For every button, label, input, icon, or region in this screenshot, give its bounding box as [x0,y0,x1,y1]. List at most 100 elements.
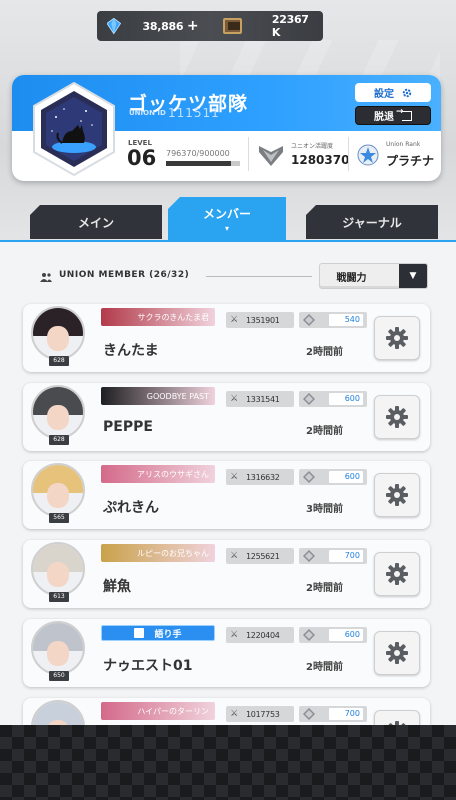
member-title: ハイパーのターリン [137,706,209,716]
member-title: ルピーのお兄ちゃん [137,548,209,558]
sort-dropdown[interactable]: 戦闘力 ▼ [319,263,428,289]
tab-journal[interactable]: ジャーナル [306,205,438,239]
member-row[interactable]: 628 サクラのきんたま君 きんたま ⚔ 1351901 540 2時間前 [23,304,430,372]
contribution-diamond-icon [303,550,315,562]
divider [348,137,349,171]
combat-power: ⚔ 1331541 [226,391,294,407]
avatar [31,542,85,596]
avatar [31,306,85,360]
credit-icon [222,18,242,34]
contribution-value: 600 [329,629,363,641]
member-name: ナゥエスト01 [103,658,193,674]
narrator-title-tag: 語り手 [101,625,215,641]
member-avatar[interactable]: 650 [29,617,87,683]
member-level-badge: 628 [49,356,69,366]
exit-icon [396,107,412,121]
avatar-face [47,404,69,430]
tab-members[interactable]: メンバー ▾ [168,197,286,241]
avatar [31,385,85,439]
union-settings-button[interactable]: 設定 [355,83,431,102]
combat-power-value: 1255621 [246,551,280,561]
member-title: 語り手 [154,629,182,640]
member-settings-button[interactable] [374,473,420,517]
gear-icon [386,484,408,506]
last-login-time: 2時間前 [306,662,343,673]
member-title-banner: ルピーのお兄ちゃん [101,544,215,562]
member-avatar[interactable]: 613 [29,538,87,604]
last-login-time: 2時間前 [306,347,343,358]
member-title: サクラのきんたま君 [137,312,209,322]
rank-label: Union Rank [386,141,421,148]
tab-label: メイン [77,215,114,230]
tab-label: ジャーナル [342,215,402,230]
member-name: 鮮魚 [103,579,131,595]
member-level-badge: 565 [49,513,69,523]
leave-union-button[interactable]: 脱退 [355,106,431,125]
member-avatar[interactable]: 565 [29,459,87,525]
contribution-diamond-icon [303,393,315,405]
member-level-badge: 613 [49,592,69,602]
people-icon [40,273,52,282]
member-name: ぷれきん [103,500,159,516]
union-emblem-icon [33,81,115,177]
crossed-swords-icon: ⚔ [230,709,238,719]
member-avatar[interactable]: 628 [29,302,87,368]
gear-icon [402,88,412,97]
member-name: PEPPE [103,419,153,435]
gem-count: 38,886 [142,19,184,33]
contribution-diamond-icon [303,471,315,483]
add-gems-button[interactable]: + [187,18,199,34]
combat-power-value: 1220404 [246,630,280,640]
member-title-banner: ハイパーのターリン [101,702,215,720]
member-settings-button[interactable] [374,395,420,439]
exp-progress-bar [166,161,240,166]
contribution-value: 600 [329,393,363,405]
member-settings-button[interactable] [374,631,420,675]
member-row[interactable]: 565 アリスのウサギさん ぷれきん ⚔ 1316632 600 3時間前 [23,461,430,529]
chevron-down-icon: ▼ [399,264,427,288]
combat-power: ⚔ 1316632 [226,469,294,485]
tab-label: メンバー [202,207,251,221]
combat-power-value: 1017753 [246,709,280,719]
member-row[interactable]: 628 GOODBYE PAST PEPPE ⚔ 1331541 600 2時間… [23,383,430,451]
leave-label: 脱退 [374,112,394,123]
gear-icon [386,563,408,585]
last-login-time: 3時間前 [306,504,343,515]
exp-text: 796370/900000 [166,149,230,158]
combat-power: ⚔ 1017753 [226,706,294,722]
member-settings-button[interactable] [374,552,420,596]
gear-icon [386,327,408,349]
member-title-banner: サクラのきんたま君 [101,308,215,326]
crossed-swords-icon: ⚔ [230,472,238,482]
activity-label: ユニオン活躍度 [291,143,334,150]
union-info-card: ゴッケツ部隊 UNION ID 111511 設定 脱退 LEVEL 06 79… [12,75,441,181]
member-row[interactable]: 613 ルピーのお兄ちゃん 鮮魚 ⚔ 1255621 700 2時間前 [23,540,430,608]
member-name: きんたま [103,343,159,359]
contribution: 540 [299,312,367,328]
avatar [31,463,85,517]
combat-power: ⚔ 1255621 [226,548,294,564]
currency-bar: 38,886 + 22367 K [97,11,323,41]
contribution: 700 [299,548,367,564]
divider [248,137,249,171]
crossed-swords-icon: ⚔ [230,630,238,640]
settings-label: 設定 [374,89,394,100]
member-row[interactable]: 650 語り手 ナゥエスト01 ⚔ 1220404 600 2時間前 [23,619,430,687]
member-settings-button[interactable] [374,316,420,360]
contribution-value: 540 [329,314,363,326]
crossed-swords-icon: ⚔ [230,315,238,325]
union-id: 111511 [168,106,220,120]
member-count-title: UNION MEMBER (26/32) [59,270,190,280]
rank-star-icon [357,144,379,166]
avatar-face [47,561,69,587]
crossed-swords-icon: ⚔ [230,394,238,404]
sort-selected-value: 戦闘力 [336,272,367,284]
combat-power-value: 1331541 [246,394,280,404]
avatar [31,621,85,675]
combat-power: ⚔ 1220404 [226,627,294,643]
combat-power: ⚔ 1351901 [226,312,294,328]
contribution: 600 [299,627,367,643]
tab-main[interactable]: メイン [30,205,162,239]
member-avatar[interactable]: 628 [29,381,87,447]
member-title: アリスのウサギさん [137,469,209,479]
